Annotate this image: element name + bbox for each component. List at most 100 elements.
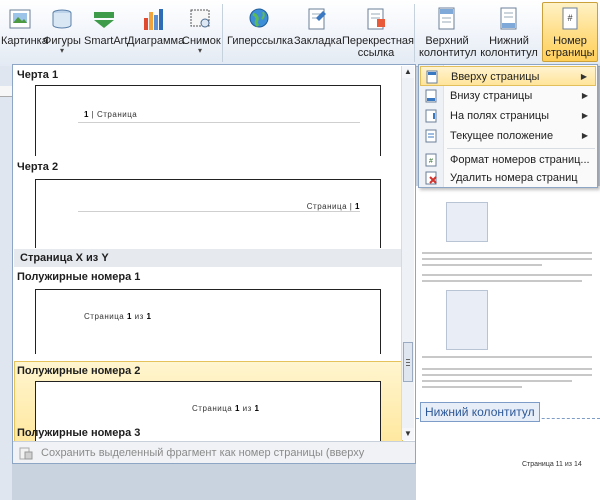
chart-label: Диаграмма bbox=[127, 35, 185, 47]
gallery-preview-line bbox=[78, 211, 360, 212]
cross-reference-button[interactable]: Перекрестная ссылка bbox=[341, 2, 414, 62]
gallery-preview-text: 1 | Страница bbox=[84, 110, 137, 119]
gallery-item-title: Черта 2 bbox=[17, 161, 59, 173]
footer-icon bbox=[500, 7, 517, 30]
footer-tag[interactable]: Нижний колонтитул bbox=[420, 402, 540, 422]
cross-reference-label: Перекрестная bbox=[342, 35, 414, 47]
remove-page-numbers-icon bbox=[425, 171, 437, 185]
page-number-icon: # bbox=[562, 7, 578, 30]
globe-icon bbox=[249, 8, 269, 28]
smartart-label: SmartArt bbox=[84, 35, 128, 47]
format-page-numbers-icon: # bbox=[425, 153, 437, 167]
ribbon-separator bbox=[222, 4, 223, 62]
gallery-preview-text: Страница 1 из 1 bbox=[192, 404, 259, 413]
gallery-scrollbar[interactable]: ▲ ▼ bbox=[401, 66, 414, 440]
document-text-line bbox=[422, 356, 592, 358]
document-thumbnail-image bbox=[446, 290, 488, 350]
scroll-down-icon[interactable]: ▼ bbox=[402, 428, 414, 440]
hyperlink-button[interactable]: Гиперссылка bbox=[226, 2, 294, 62]
header-icon bbox=[438, 7, 455, 30]
menu-item-label: Текущее положение bbox=[450, 130, 554, 142]
picture-icon bbox=[9, 9, 31, 29]
smartart-icon bbox=[94, 12, 114, 28]
page-number-label-2: страницы bbox=[545, 47, 595, 59]
gallery-preview-number: 1 bbox=[146, 312, 152, 321]
document-left-margin bbox=[0, 66, 12, 500]
document-text-line bbox=[422, 374, 592, 376]
document-text-line bbox=[422, 386, 522, 388]
menu-item-top-of-page[interactable]: Вверху страницы ▶ bbox=[420, 66, 596, 86]
save-selection-as-page-number-item[interactable]: Сохранить выделенный фрагмент как номер … bbox=[13, 441, 415, 463]
shapes-button[interactable]: Фигуры ▾ bbox=[42, 2, 82, 62]
picture-button[interactable]: Картинка bbox=[0, 2, 48, 62]
gallery-item-title: Полужирные номера 1 bbox=[17, 271, 141, 283]
menu-item-label: Формат номеров страниц... bbox=[450, 154, 590, 166]
chart-icon bbox=[144, 9, 163, 30]
gallery-preview-number: 1 bbox=[254, 404, 260, 413]
bottom-of-page-icon bbox=[425, 89, 437, 103]
menu-item-page-margins[interactable]: На полях страницы ▶ bbox=[420, 106, 596, 126]
save-selection-label: Сохранить выделенный фрагмент как номер … bbox=[41, 447, 365, 459]
ribbon-separator bbox=[414, 4, 415, 62]
menu-separator bbox=[447, 148, 595, 149]
scroll-up-icon[interactable]: ▲ bbox=[402, 66, 414, 78]
smartart-button[interactable]: SmartArt bbox=[83, 2, 128, 62]
submenu-arrow-icon: ▶ bbox=[581, 111, 588, 120]
menu-item-label: На полях страницы bbox=[450, 110, 550, 122]
gallery-item-title: Полужирные номера 3 bbox=[17, 427, 141, 439]
footer-button[interactable]: Нижний колонтитул bbox=[479, 2, 539, 62]
page-number-menu: Вверху страницы ▶ Внизу страницы ▶ На по… bbox=[418, 64, 598, 188]
menu-item-current-position[interactable]: Текущее положение ▶ bbox=[420, 126, 596, 146]
gallery-preview-number: 1 bbox=[355, 202, 360, 211]
screenshot-button[interactable]: Снимок ▾ bbox=[181, 2, 221, 62]
document-text-line bbox=[422, 258, 592, 260]
gallery-item-bold-numbers-1[interactable]: Страница 1 из 1 bbox=[35, 289, 381, 354]
scrollbar-grip bbox=[406, 365, 410, 366]
document-thumbnail-image bbox=[446, 202, 488, 242]
document-text-line bbox=[422, 368, 592, 370]
footer-label: Нижний bbox=[489, 35, 529, 47]
document-text-line bbox=[422, 264, 542, 266]
ribbon-toolbar: Картинка Фигуры ▾ SmartArt Диаграмма Сни… bbox=[0, 0, 600, 67]
document-text-line bbox=[422, 274, 592, 276]
shapes-dropdown-arrow: ▾ bbox=[59, 46, 64, 55]
submenu-arrow-icon: ▶ bbox=[581, 91, 588, 100]
screenshot-icon bbox=[190, 9, 210, 28]
current-position-icon bbox=[425, 129, 437, 143]
page-number-label: Номер bbox=[553, 35, 587, 47]
gallery-item-title: Черта 1 bbox=[17, 69, 59, 81]
document-page-number: Страница 11 из 14 bbox=[522, 461, 582, 468]
menu-item-remove-page-numbers[interactable]: Удалить номера страниц bbox=[420, 168, 596, 188]
menu-item-format-page-numbers[interactable]: # Формат номеров страниц... bbox=[420, 150, 596, 170]
scrollbar-grip bbox=[406, 359, 410, 360]
cross-reference-icon bbox=[367, 8, 385, 30]
document-text-line bbox=[422, 280, 582, 282]
page-number-gallery: Черта 1 1 | Страница Черта 2 Страница | … bbox=[12, 64, 416, 464]
scrollbar-grip bbox=[406, 362, 410, 363]
gallery-preview-label: | Страница bbox=[88, 110, 138, 119]
gallery-preview-label: из bbox=[131, 312, 147, 321]
header-label: Верхний bbox=[425, 35, 469, 47]
gallery-preview-label: из bbox=[239, 404, 255, 413]
document-text-line bbox=[422, 252, 592, 254]
header-button[interactable]: Верхний колонтитул bbox=[418, 2, 477, 62]
bookmark-label: Закладка bbox=[294, 35, 342, 47]
cross-reference-label-2: ссылка bbox=[357, 47, 395, 59]
top-of-page-icon bbox=[426, 70, 438, 84]
menu-item-bottom-of-page[interactable]: Внизу страницы ▶ bbox=[420, 86, 596, 106]
footer-label-2: колонтитул bbox=[480, 47, 538, 59]
menu-item-label: Вверху страницы bbox=[451, 71, 540, 83]
gallery-item-bar-2[interactable]: Страница | 1 bbox=[35, 179, 381, 248]
chart-button[interactable]: Диаграмма bbox=[126, 2, 185, 62]
hyperlink-label: Гиперссылка bbox=[227, 35, 294, 47]
menu-item-label: Удалить номера страниц bbox=[450, 172, 578, 184]
gallery-item-bar-1[interactable]: 1 | Страница bbox=[35, 85, 381, 156]
page-number-button[interactable]: # Номер страницы bbox=[542, 2, 598, 62]
gallery-section-header: Страница X из Y bbox=[14, 249, 403, 267]
bookmark-button[interactable]: Закладка bbox=[293, 2, 342, 62]
picture-label: Картинка bbox=[1, 35, 48, 47]
page-margins-icon bbox=[425, 109, 437, 123]
submenu-arrow-icon: ▶ bbox=[580, 72, 587, 81]
scrollbar-thumb[interactable] bbox=[403, 342, 413, 382]
gallery-preview-text: Страница | 1 bbox=[307, 202, 360, 211]
